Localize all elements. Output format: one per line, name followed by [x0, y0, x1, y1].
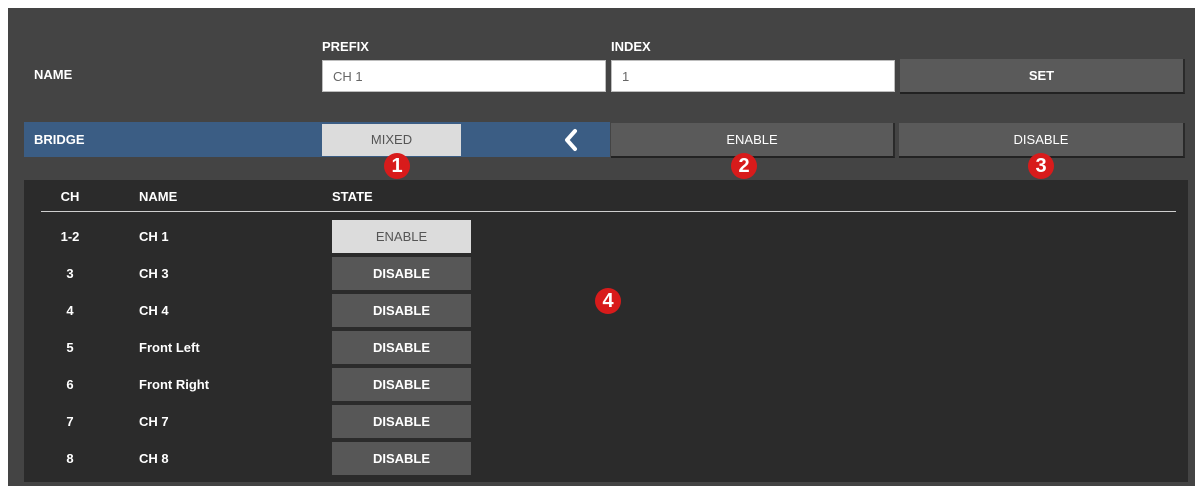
channel-number: 4	[66, 303, 74, 318]
channel-number: 3	[66, 266, 74, 281]
set-button[interactable]: SET	[900, 59, 1185, 94]
channel-number: 7	[66, 414, 74, 429]
callout-badge: 2	[731, 153, 757, 179]
column-header-name: NAME	[139, 189, 178, 204]
bridge-bar: BRIDGE	[24, 122, 610, 157]
prefix-input[interactable]	[322, 60, 606, 92]
channel-name: CH 8	[139, 451, 169, 466]
state-button[interactable]: DISABLE	[332, 331, 471, 364]
table-row: 5 Front Left DISABLE	[0, 331, 1203, 364]
bridge-enable-button[interactable]: ENABLE	[611, 123, 895, 158]
channel-name: CH 1	[139, 229, 169, 244]
state-button[interactable]: DISABLE	[332, 405, 471, 438]
channel-name: Front Left	[139, 340, 200, 355]
table-row: 6 Front Right DISABLE	[0, 368, 1203, 401]
bridge-label: BRIDGE	[34, 132, 85, 147]
index-label: INDEX	[611, 39, 651, 54]
bridge-mode-button[interactable]: MIXED	[322, 124, 461, 156]
channel-number: 1-2	[60, 229, 80, 244]
column-header-ch: CH	[60, 189, 80, 204]
state-button[interactable]: ENABLE	[332, 220, 471, 253]
table-row: 1-2 CH 1 ENABLE	[0, 220, 1203, 253]
chevron-left-icon[interactable]	[560, 126, 582, 154]
state-button[interactable]: DISABLE	[332, 442, 471, 475]
channel-name: CH 3	[139, 266, 169, 281]
channel-number: 5	[66, 340, 74, 355]
index-input[interactable]	[611, 60, 895, 92]
callout-badge: 1	[384, 153, 410, 179]
table-row: 3 CH 3 DISABLE	[0, 257, 1203, 290]
channel-name: Front Right	[139, 377, 210, 392]
state-button[interactable]: DISABLE	[332, 257, 471, 290]
column-header-state: STATE	[332, 189, 373, 204]
prefix-label: PREFIX	[322, 39, 369, 54]
channel-name: CH 7	[139, 414, 169, 429]
state-button[interactable]: DISABLE	[332, 294, 471, 327]
table-row: 8 CH 8 DISABLE	[0, 442, 1203, 475]
channel-number: 6	[66, 377, 74, 392]
channel-number: 8	[66, 451, 74, 466]
table-row: 7 CH 7 DISABLE	[0, 405, 1203, 438]
header-divider	[41, 211, 1176, 212]
state-button[interactable]: DISABLE	[332, 368, 471, 401]
name-label: NAME	[34, 67, 73, 82]
table-row: 4 CH 4 DISABLE	[0, 294, 1203, 327]
callout-badge: 3	[1028, 153, 1054, 179]
channel-name: CH 4	[139, 303, 169, 318]
